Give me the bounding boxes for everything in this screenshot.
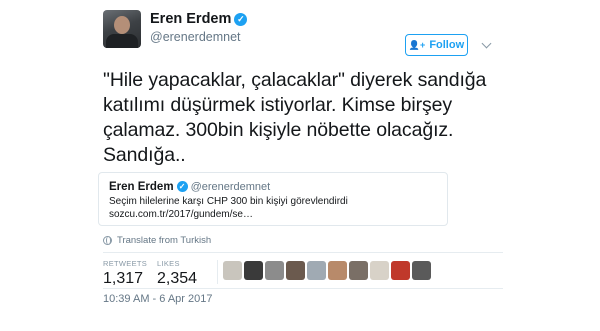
retweets-stat[interactable]: RETWEETS 1,317: [103, 259, 147, 288]
liker-avatar[interactable]: [244, 261, 263, 280]
quoted-author-handle: @erenerdemnet: [190, 181, 271, 193]
likes-count: 2,354: [157, 270, 198, 287]
retweets-count: 1,317: [103, 270, 144, 287]
liker-avatar[interactable]: [412, 261, 431, 280]
verified-icon: ✓: [176, 181, 188, 192]
liker-avatar[interactable]: [223, 261, 242, 280]
translate-label: Translate from Turkish: [117, 235, 212, 246]
follow-label: Follow: [429, 39, 465, 51]
tweet-text: "Hile yapacaklar, çalacaklar" diyerek sa…: [103, 69, 487, 166]
quoted-author-name: Eren Erdem: [109, 181, 174, 193]
liker-avatar[interactable]: [349, 261, 368, 280]
avatar[interactable]: [103, 10, 141, 48]
author-name[interactable]: Eren Erdem ✓: [150, 11, 248, 27]
divider: [103, 252, 503, 253]
divider: [103, 288, 503, 289]
quoted-tweet[interactable]: Eren Erdem ✓ @erenerdemnet Seçim hilelerin…: [98, 172, 448, 226]
globe-icon: [103, 236, 112, 245]
liker-avatar[interactable]: [391, 261, 410, 280]
follow-user-icon: 👤+: [408, 39, 426, 50]
tweet-timestamp[interactable]: 10:39 AM - 6 Apr 2017: [103, 293, 212, 305]
liker-avatar[interactable]: [370, 261, 389, 280]
stats-separator: [217, 260, 218, 284]
quoted-tweet-author: Eren Erdem ✓ @erenerdemnet: [109, 181, 437, 193]
quoted-tweet-text: Seçim hilelerine karşı CHP 300 bin kişiy…: [109, 196, 348, 207]
quoted-tweet-link[interactable]: sozcu.com.tr/2017/gundem/se…: [109, 209, 437, 220]
retweets-label: RETWEETS: [103, 259, 148, 268]
avatar-face: [114, 16, 130, 34]
author-handle[interactable]: @erenerdemnet: [150, 30, 241, 44]
follow-button[interactable]: 👤+ Follow: [405, 34, 468, 56]
liker-avatar[interactable]: [286, 261, 305, 280]
liker-avatar[interactable]: [265, 261, 284, 280]
author-name-text[interactable]: Eren Erdem: [150, 11, 231, 27]
liker-avatars: [223, 261, 431, 280]
avatar-body: [106, 34, 138, 48]
likes-label: LIKES: [157, 259, 180, 268]
liker-avatar[interactable]: [328, 261, 347, 280]
verified-icon: ✓: [234, 13, 248, 26]
translate-link[interactable]: Translate from Turkish: [103, 235, 211, 246]
likes-stat[interactable]: LIKES 2,354: [157, 259, 197, 288]
liker-avatar[interactable]: [307, 261, 326, 280]
